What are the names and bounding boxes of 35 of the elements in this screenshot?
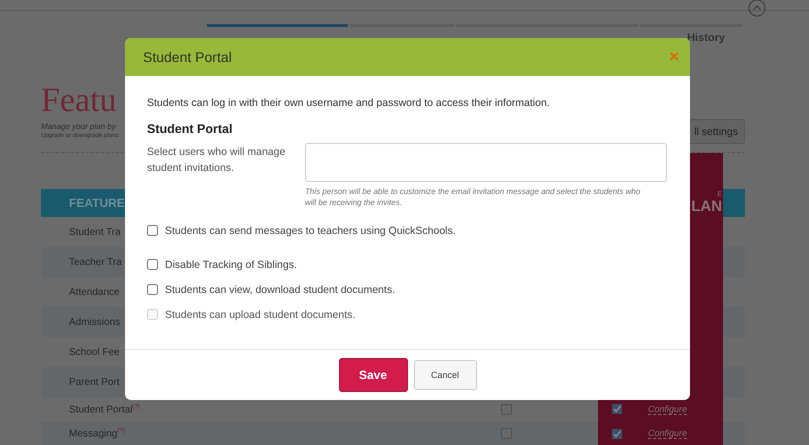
configure-link[interactable]: Configure (648, 404, 688, 415)
page-title: Featu (41, 84, 118, 118)
save-button[interactable]: Save (338, 358, 408, 392)
option-label: Students can view, download student documents. (165, 284, 395, 296)
checkbox[interactable] (612, 404, 622, 414)
checkbox[interactable] (612, 428, 622, 439)
checkbox[interactable] (147, 259, 158, 270)
feature-name: Admissions (69, 316, 120, 328)
close-button[interactable]: × (669, 47, 679, 67)
option-label: Students can send messages to teachers using QuickSchools. (165, 224, 456, 236)
feature-name: Parent Port (69, 376, 120, 388)
cancel-button[interactable]: Cancel (414, 360, 476, 390)
checkbox[interactable] (501, 404, 512, 415)
intro-text: Students can log in with their own username and password to access their information. (147, 97, 551, 109)
field-hint: This person will be able to customize the email invitation message and select the students who will be receiving the invites. (305, 186, 642, 208)
checkbox[interactable] (147, 225, 158, 236)
option-label: Disable Tracking of Siblings. (165, 258, 297, 270)
configure-link[interactable]: Configure (648, 428, 688, 440)
field-label: Select users who will manage student invitations. (147, 145, 286, 176)
feature-name: Student Tra (69, 226, 121, 238)
feature-name: Attendance (69, 286, 120, 298)
checkbox[interactable] (147, 284, 158, 295)
feature-name: Messaging$^{(?)}$ (69, 428, 125, 440)
chevron-up-icon[interactable] (748, 0, 766, 17)
section-title: Student Portal (147, 122, 234, 136)
option-label: Students can upload student documents. (165, 308, 356, 320)
page-subtitle: Manage your plan by (41, 122, 117, 131)
feature-name: Teacher Tra (69, 256, 122, 268)
plan-header: LAN (691, 199, 722, 215)
users-field[interactable] (305, 143, 667, 182)
modal-title: Student Portal (143, 49, 232, 65)
column-header: FEATURE (69, 196, 125, 210)
checkbox[interactable] (501, 428, 512, 440)
feature-name: School Fee (69, 346, 120, 358)
feature-name: Student Portal$^{(?)}$ (69, 404, 140, 415)
